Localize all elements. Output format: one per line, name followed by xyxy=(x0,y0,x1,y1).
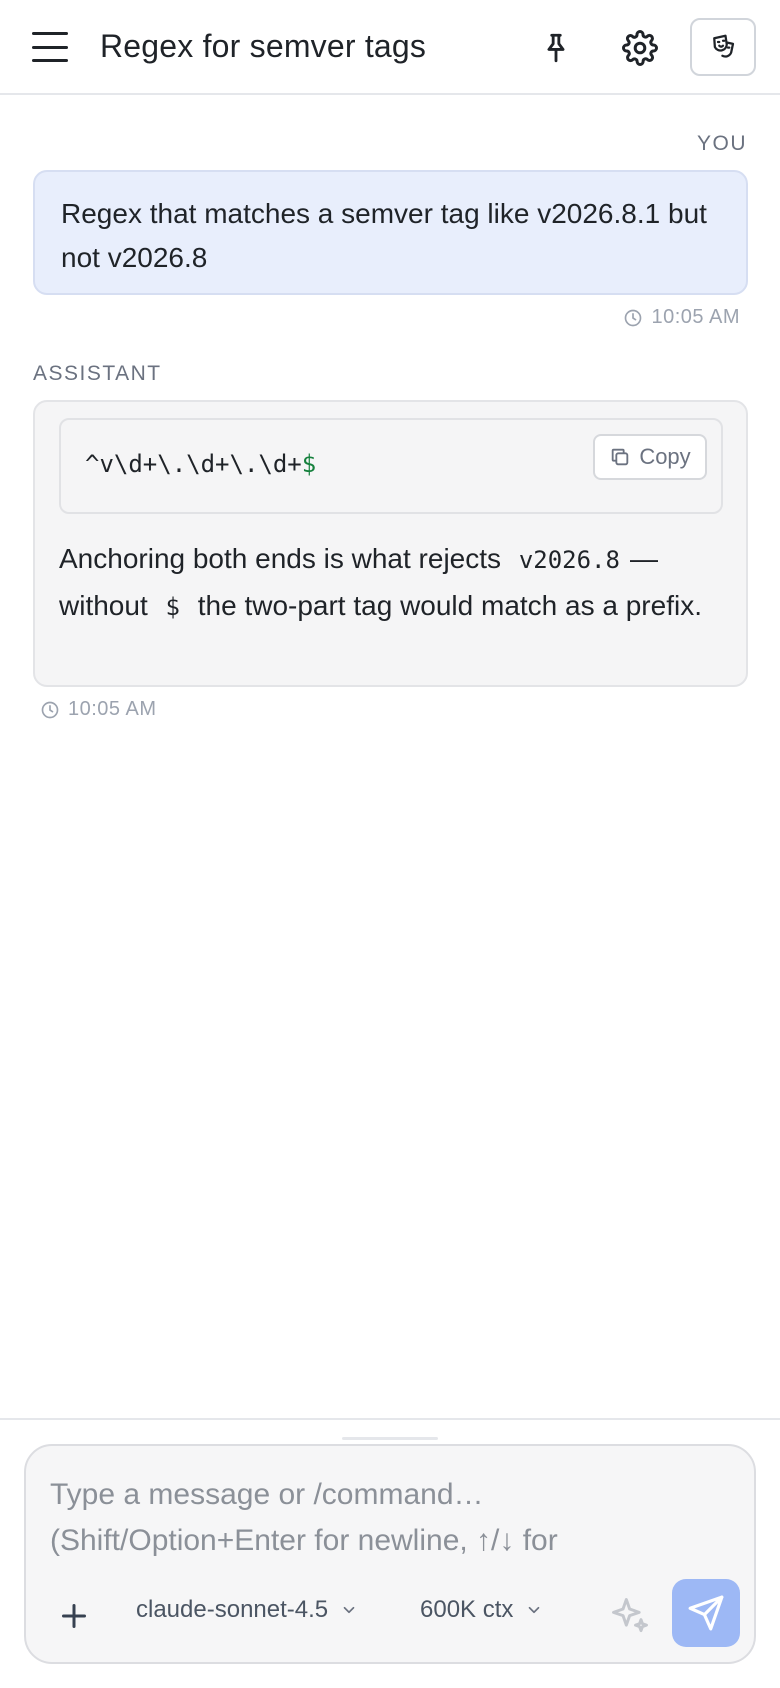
clock-icon xyxy=(625,309,642,326)
answer-text: the two-part tag would match as a prefix… xyxy=(197,590,702,621)
assistant-role-label: ASSISTANT xyxy=(33,362,162,385)
message-input[interactable] xyxy=(50,1472,650,1566)
assistant-message-timestamp: 10:05 AM xyxy=(40,698,157,721)
chevron-down-icon xyxy=(343,1606,355,1614)
user-message-bubble: Regex that matches a semver tag like v20… xyxy=(33,170,748,295)
composer: claude-sonnet-4.5 600K ctx xyxy=(24,1444,756,1664)
resize-handle[interactable] xyxy=(342,1437,438,1440)
answer-text: Anchoring both ends is what rejects xyxy=(59,543,502,574)
copy-label: Copy xyxy=(639,444,691,469)
user-role-label: YOU xyxy=(696,132,747,155)
chevron-down-icon xyxy=(529,1606,540,1614)
code-snippet[interactable]: ^v\d+\.\d+\.\d+$ xyxy=(85,450,316,478)
assistant-message-bubble: ^v\d+\.\d+\.\d+$ Copy Anchoring both end… xyxy=(33,400,748,687)
copy-button[interactable]: Copy xyxy=(593,434,707,480)
code-pattern: ^v\d+\.\d+\.\d+ xyxy=(85,450,302,478)
inline-code: $ xyxy=(165,593,180,621)
composer-divider xyxy=(0,1418,780,1420)
send-icon xyxy=(688,1595,724,1631)
code-anchor: $ xyxy=(301,450,317,478)
inline-code: v2026.8 xyxy=(518,546,620,574)
timestamp-text: 10:05 AM xyxy=(68,698,157,720)
attach-button[interactable] xyxy=(56,1598,92,1634)
copy-icon xyxy=(612,448,629,466)
context-size: 600K ctx xyxy=(420,1596,514,1623)
plus-icon xyxy=(62,1604,86,1628)
pin-button[interactable] xyxy=(532,24,580,72)
code-block: ^v\d+\.\d+\.\d+$ Copy xyxy=(59,418,723,514)
pin-icon xyxy=(547,33,565,63)
model-selector[interactable]: claude-sonnet-4.5 xyxy=(136,1596,358,1624)
sparkle-icon xyxy=(612,1598,648,1633)
hamburger-menu-icon[interactable] xyxy=(32,32,68,62)
top-bar: Regex for semver tags xyxy=(0,0,780,95)
user-message-timestamp: 10:05 AM xyxy=(623,306,740,329)
gear-icon xyxy=(622,30,658,66)
conversation-title: Regex for semver tags xyxy=(100,28,427,64)
settings-button[interactable] xyxy=(616,24,664,72)
enhance-prompt-button[interactable] xyxy=(608,1594,652,1638)
clock-icon xyxy=(41,701,59,718)
persona-button[interactable] xyxy=(690,18,756,76)
send-button[interactable] xyxy=(672,1579,740,1647)
assistant-answer-text: Anchoring both ends is what rejects v202… xyxy=(59,536,729,630)
theater-mask-icon xyxy=(713,34,735,58)
timestamp-text: 10:05 AM xyxy=(651,306,740,328)
model-name: claude-sonnet-4.5 xyxy=(136,1596,329,1623)
context-selector[interactable]: 600K ctx xyxy=(420,1596,543,1624)
